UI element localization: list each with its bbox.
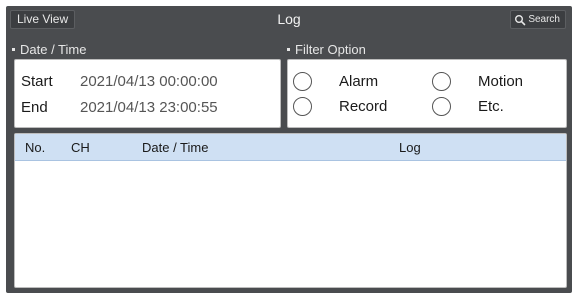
filter-option-section-label: Filter Option	[287, 42, 366, 57]
filter-etc-option[interactable]: Etc.	[432, 97, 504, 116]
filter-record-option[interactable]: Record	[293, 97, 387, 116]
radio-button[interactable]	[293, 72, 312, 91]
filter-motion-label: Motion	[478, 73, 524, 90]
radio-button[interactable]	[432, 97, 451, 116]
page-title: Log	[277, 11, 301, 27]
filter-record-label: Record	[339, 98, 388, 115]
start-value[interactable]: 2021/04/13 00:00:00	[80, 73, 218, 90]
column-header-log[interactable]: Log	[399, 134, 421, 161]
start-label: Start	[21, 73, 53, 90]
bullet-icon	[12, 48, 15, 52]
column-header-ch[interactable]: CH	[71, 134, 90, 161]
log-table-header: No. CH Date / Time Log	[15, 134, 566, 161]
end-value[interactable]: 2021/04/13 23:00:55	[80, 99, 218, 116]
filter-etc-label: Etc.	[478, 98, 504, 115]
header-bar: Live View Log Search	[6, 6, 572, 32]
column-header-no[interactable]: No.	[25, 134, 45, 161]
column-header-date-time[interactable]: Date / Time	[142, 134, 208, 161]
log-table-body[interactable]	[15, 162, 566, 287]
date-time-panel: Start 2021/04/13 00:00:00 End 2021/04/13 2…	[14, 59, 281, 128]
search-button[interactable]: Search	[510, 10, 566, 29]
log-table: No. CH Date / Time Log	[14, 133, 567, 288]
date-time-section-label: Date / Time	[12, 42, 86, 57]
end-row[interactable]: End 2021/04/13 23:00:55	[21, 99, 218, 117]
filter-alarm-option[interactable]: Alarm	[293, 72, 378, 91]
filter-motion-option[interactable]: Motion	[432, 72, 523, 91]
start-row[interactable]: Start 2021/04/13 00:00:00	[21, 73, 218, 91]
filter-option-panel: Alarm Motion Record Etc.	[287, 59, 567, 128]
radio-button[interactable]	[432, 72, 451, 91]
radio-button[interactable]	[293, 97, 312, 116]
search-button-label: Search	[528, 14, 560, 25]
bullet-icon	[287, 48, 290, 52]
log-window: Live View Log Search Date / Time Filter …	[6, 6, 572, 293]
search-icon	[514, 14, 526, 26]
filter-alarm-label: Alarm	[339, 73, 379, 90]
end-label: End	[21, 99, 48, 116]
